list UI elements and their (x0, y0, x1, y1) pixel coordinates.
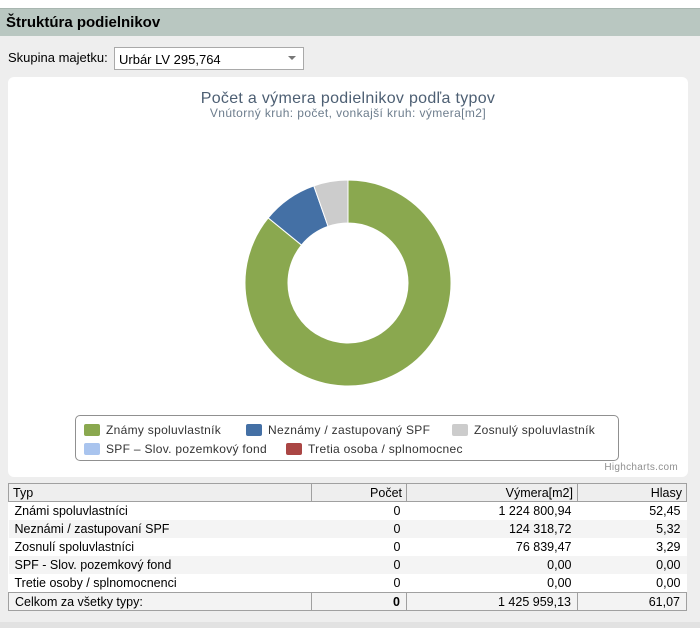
total-count: 0 (311, 592, 407, 611)
table-row: SPF - Slov. pozemkový fond 0 0,00 0,00 (8, 556, 687, 574)
cell-area: 1 224 800,94 (406, 501, 578, 520)
cell-area: 0,00 (406, 556, 578, 574)
column-header-area: Výmera[m2] (406, 483, 578, 502)
legend-swatch (286, 443, 302, 455)
chart-title: Počet a výmera podielnikov podľa typov (201, 90, 495, 107)
table-total-row: Celkom za všetky typy: 0 1 425 959,13 61… (8, 592, 687, 611)
legend-swatch (452, 424, 468, 436)
cell-votes: 5,32 (577, 520, 687, 538)
property-group-label: Skupina majetku: (8, 50, 108, 65)
total-votes: 61,07 (577, 592, 687, 611)
column-header-type: Typ (8, 483, 312, 502)
legend-label: Neznámy / zastupovaný SPF (268, 423, 431, 437)
legend-item-known-owner[interactable]: Známy spoluvlastník (84, 422, 221, 438)
total-area: 1 425 959,13 (406, 592, 578, 611)
chevron-down-icon[interactable] (285, 51, 299, 68)
cell-count: 0 (311, 538, 407, 556)
property-group-select[interactable]: Urbár LV 295,764 (114, 47, 304, 70)
cell-type: Tretie osoby / splnomocnenci (8, 574, 312, 593)
table-row: Neznámi / zastupovaní SPF 0 124 318,72 5… (8, 520, 687, 538)
legend-item-unknown-owner[interactable]: Neznámy / zastupovaný SPF (246, 422, 430, 438)
page-title: Štruktúra podielnikov (6, 14, 161, 31)
legend-swatch (84, 424, 100, 436)
section-header: Štruktúra podielnikov (0, 8, 700, 36)
cell-votes: 52,45 (577, 501, 687, 520)
cell-type: SPF - Slov. pozemkový fond (8, 556, 312, 574)
cell-count: 0 (311, 574, 407, 593)
legend-item-deceased-owner[interactable]: Zosnulý spoluvlastník (452, 422, 595, 438)
property-group-value: Urbár LV 295,764 (119, 52, 221, 67)
cell-type: Neznámi / zastupovaní SPF (8, 520, 312, 538)
cell-area: 76 839,47 (406, 538, 578, 556)
cell-votes: 0,00 (577, 574, 687, 593)
legend-swatch (84, 443, 100, 455)
cell-count: 0 (311, 520, 407, 538)
legend-label: Známy spoluvlastník (106, 423, 222, 437)
chart-credits-link[interactable]: Highcharts.com (604, 462, 678, 473)
table-header-row: Typ Počet Výmera[m2] Hlasy (8, 483, 687, 502)
table-row: Zosnulí spoluvlastníci 0 76 839,47 3,29 (8, 538, 687, 556)
cell-type: Zosnulí spoluvlastníci (8, 538, 312, 556)
cell-votes: 0,00 (577, 556, 687, 574)
cell-count: 0 (311, 556, 407, 574)
chart-subtitle: Vnútorný kruh: počet, vonkajší kruh: vým… (210, 106, 486, 120)
owners-summary-table: Typ Počet Výmera[m2] Hlasy Známi spoluvl… (8, 483, 687, 611)
column-header-count: Počet (311, 483, 407, 502)
top-border (0, 0, 700, 8)
cell-area: 0,00 (406, 574, 578, 593)
column-header-votes: Hlasy (577, 483, 687, 502)
legend-swatch (246, 424, 262, 436)
legend-item-spf[interactable]: SPF – Slov. pozemkový fond (84, 441, 267, 457)
legend-item-third-party[interactable]: Tretia osoba / splnomocnec (286, 441, 463, 457)
total-label: Celkom za všetky typy: (8, 592, 312, 611)
cell-votes: 3,29 (577, 538, 687, 556)
legend-label: SPF – Slov. pozemkový fond (106, 442, 267, 456)
chart-slices (244, 179, 452, 387)
table-row: Tretie osoby / splnomocnenci 0 0,00 0,00 (8, 574, 687, 593)
cell-area: 124 318,72 (406, 520, 578, 538)
chart-legend: Známy spoluvlastník Neznámy / zastupovan… (75, 415, 619, 461)
cell-count: 0 (311, 501, 407, 520)
legend-label: Tretia osoba / splnomocnec (308, 442, 463, 456)
bottom-border (0, 622, 700, 628)
legend-label: Zosnulý spoluvlastník (474, 423, 596, 437)
pie-chart: Počet a výmera podielnikov podľa typov V… (8, 77, 688, 477)
cell-type: Známi spoluvlastníci (8, 501, 312, 520)
table-row: Známi spoluvlastníci 0 1 224 800,94 52,4… (8, 501, 687, 520)
